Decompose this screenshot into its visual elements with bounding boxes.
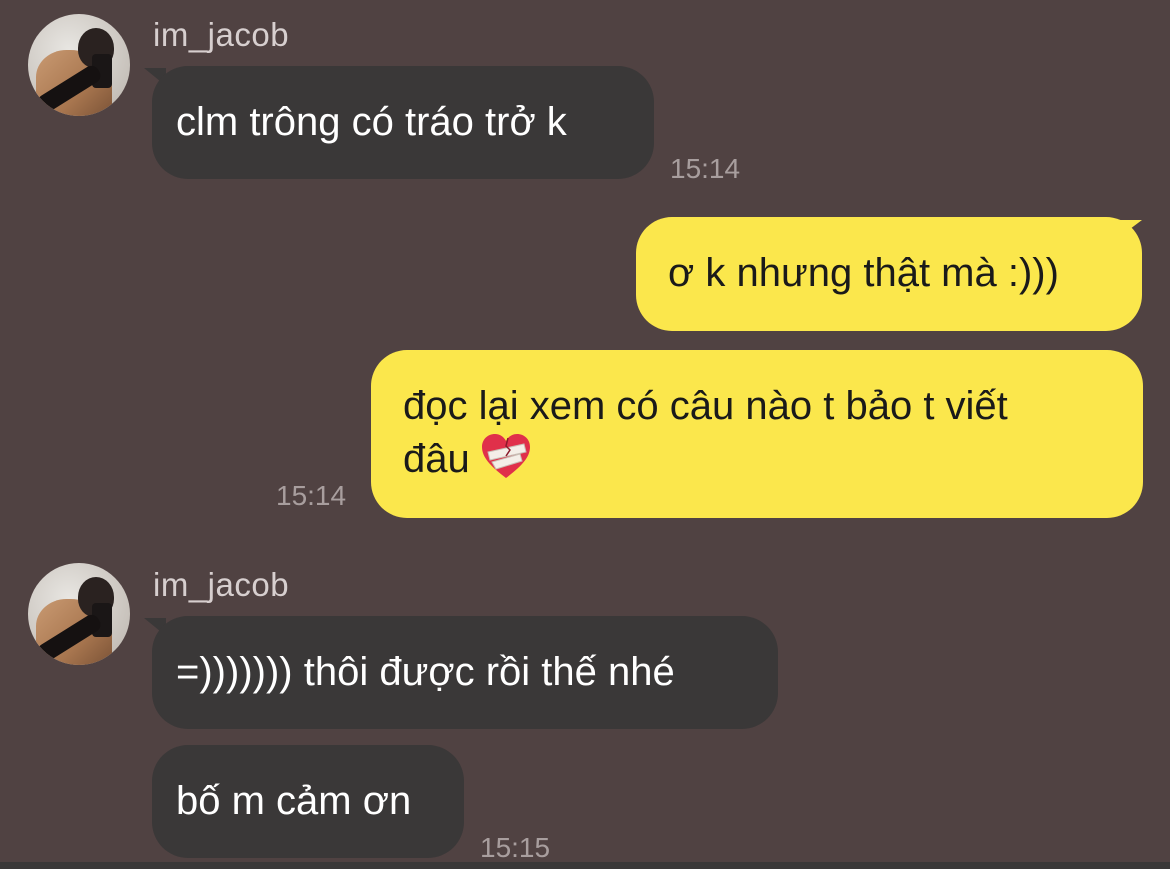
bottom-divider: [0, 862, 1170, 869]
incoming-message-bubble[interactable]: =))))))) thôi được rồi thế nhé: [152, 616, 778, 729]
incoming-message-bubble[interactable]: bố m cảm ơn: [152, 745, 464, 858]
outgoing-message-bubble[interactable]: ơ k nhưng thật mà :))): [636, 217, 1142, 331]
sender-avatar[interactable]: [28, 14, 130, 116]
sender-name: im_jacob: [153, 16, 290, 53]
incoming-message-bubble[interactable]: clm trông có tráo trở k: [152, 66, 654, 179]
mending-heart-icon: [481, 434, 530, 478]
message-line: đọc lại xem có câu nào t bảo t viết: [403, 384, 1008, 428]
message-timestamp: 15:14: [276, 480, 347, 511]
message-line-with-emoji: đâu: [403, 432, 1111, 485]
chat-thread: im_jacob clm trông có tráo trở k 15:14 ơ…: [0, 0, 1170, 869]
sender-avatar[interactable]: [28, 563, 130, 665]
message-timestamp: 15:15: [480, 832, 551, 863]
sender-name: im_jacob: [153, 566, 290, 603]
message-text: đâu: [403, 437, 470, 481]
outgoing-message-bubble[interactable]: đọc lại xem có câu nào t bảo t viết đâu: [371, 350, 1143, 518]
message-timestamp: 15:14: [670, 153, 741, 184]
